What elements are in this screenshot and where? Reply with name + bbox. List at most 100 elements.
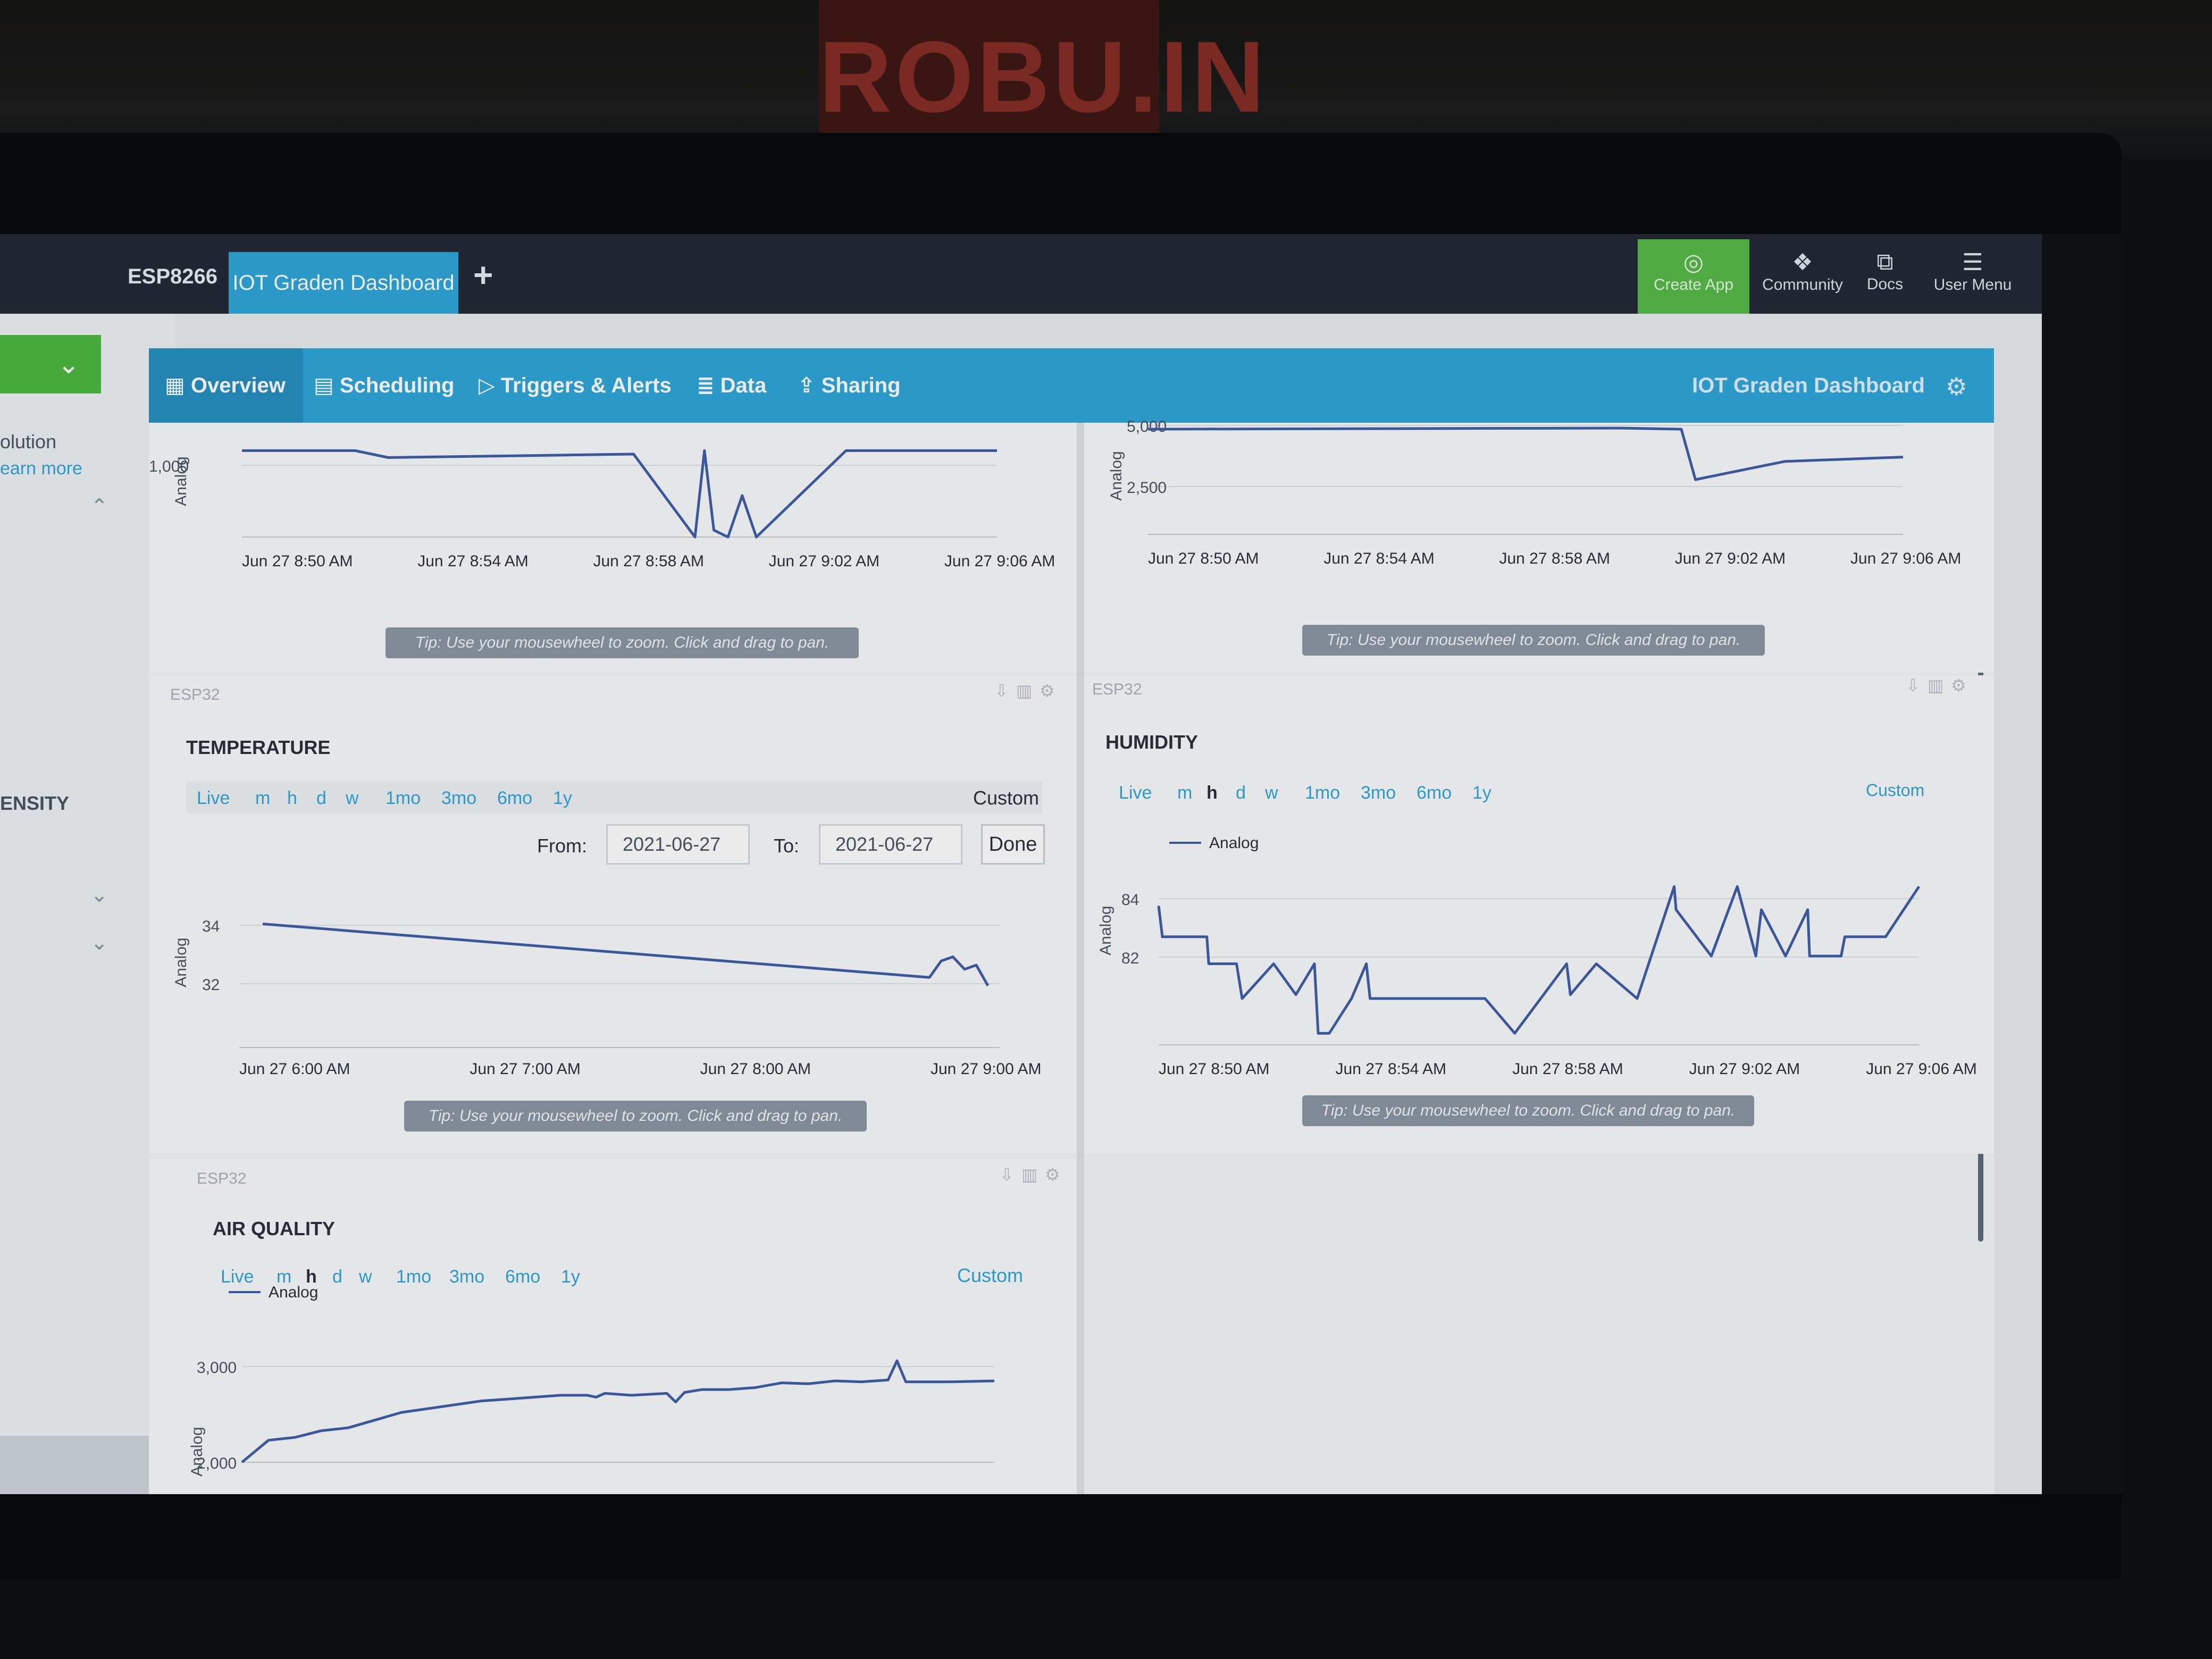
range-3mo[interactable]: 3mo bbox=[1361, 783, 1396, 803]
device-tab[interactable]: ESP8266 bbox=[128, 265, 217, 289]
tab-scheduling[interactable]: ▤ Scheduling bbox=[314, 348, 468, 423]
gear-icon[interactable]: ⚙ bbox=[1045, 1165, 1068, 1184]
range-1mo[interactable]: 1mo bbox=[1305, 783, 1340, 803]
download-icon[interactable]: ⇩ bbox=[994, 681, 1016, 700]
range-w[interactable]: w bbox=[346, 788, 359, 809]
range-1y[interactable]: 1y bbox=[561, 1267, 580, 1287]
range-6mo[interactable]: 6mo bbox=[505, 1267, 540, 1287]
chart-temperature[interactable]: 34 32 Analog Jun 27 6:00 AM Jun 27 7:00 AM Ju… bbox=[149, 883, 1077, 1078]
chat-bubbles-icon: ❖ bbox=[1792, 249, 1813, 275]
tab-sharing-label: Sharing bbox=[821, 374, 901, 397]
chevron-up-icon[interactable]: ⌃ bbox=[90, 495, 108, 519]
range-d[interactable]: d bbox=[1236, 783, 1246, 803]
range-m[interactable]: m bbox=[1177, 783, 1192, 803]
custom-range-button[interactable]: Custom bbox=[1866, 781, 1924, 800]
custom-range-button[interactable]: Custom bbox=[973, 787, 1039, 809]
to-date-input[interactable]: 2021-06-27 bbox=[819, 824, 962, 865]
range-d[interactable]: d bbox=[332, 1267, 342, 1287]
range-1y[interactable]: 1y bbox=[553, 788, 572, 809]
y-axis-label: Analog bbox=[172, 456, 190, 506]
range-selector: Live m h d w 1mo 3mo 6mo 1y Custom bbox=[1105, 776, 1962, 808]
range-selector: Live m h d w 1mo 3mo 6mo 1y Custom bbox=[186, 782, 1042, 814]
chevron-down-icon[interactable]: ⌄ bbox=[90, 883, 108, 907]
chevron-down-icon: ⌄ bbox=[57, 349, 80, 379]
add-tab-button[interactable]: + bbox=[473, 255, 493, 295]
download-icon[interactable]: ⇩ bbox=[1906, 676, 1928, 695]
tip-temperature: Tip: Use your mousewheel to zoom. Click … bbox=[404, 1101, 867, 1132]
tab-sharing[interactable]: ⇪ Sharing bbox=[798, 348, 920, 423]
dashboard-tab[interactable]: IOT Graden Dashboard bbox=[229, 252, 458, 314]
range-live[interactable]: Live bbox=[1119, 783, 1152, 803]
range-1y[interactable]: 1y bbox=[1472, 783, 1492, 803]
done-button[interactable]: Done bbox=[981, 824, 1045, 865]
docs-button[interactable]: ⧉ Docs bbox=[1850, 239, 1920, 314]
widget-title: AIR QUALITY bbox=[213, 1218, 335, 1239]
y-tick-label: 5,000 bbox=[1127, 418, 1167, 435]
database-icon: ≣ bbox=[697, 374, 715, 397]
range-6mo[interactable]: 6mo bbox=[497, 788, 532, 809]
learn-more-link[interactable]: earn more bbox=[0, 458, 82, 479]
chart-humidity[interactable]: 84 82 Analog Jun 27 8:50 AM Jun 27 8:54 AM Ju… bbox=[1084, 824, 1994, 1078]
dashboard-subnav: ▦ Overview ▤ Scheduling ▷ Triggers & Ale… bbox=[149, 348, 1994, 423]
range-h[interactable]: h bbox=[1206, 783, 1218, 803]
y-tick-label: 32 bbox=[202, 976, 220, 994]
to-label: To: bbox=[774, 835, 800, 857]
range-h[interactable]: h bbox=[287, 788, 297, 809]
range-live[interactable]: Live bbox=[221, 1267, 254, 1287]
chart-type-icon[interactable]: ▥ bbox=[1928, 676, 1951, 695]
range-d[interactable]: d bbox=[316, 788, 326, 809]
range-1mo[interactable]: 1mo bbox=[386, 788, 421, 809]
top-bar: ESP8266 IOT Graden Dashboard + ◎ Create … bbox=[0, 234, 2042, 314]
from-label: From: bbox=[537, 835, 587, 857]
play-circle-icon: ▷ bbox=[479, 374, 495, 397]
range-1mo[interactable]: 1mo bbox=[396, 1267, 431, 1287]
docs-label: Docs bbox=[1866, 275, 1904, 293]
x-tick-label: Jun 27 7:00 AM bbox=[470, 1060, 580, 1078]
device-select[interactable]: ⌄ bbox=[0, 335, 101, 393]
widget-tools[interactable]: ⇩▥⚙ bbox=[994, 681, 1062, 701]
device-label: ESP32 bbox=[197, 1170, 247, 1187]
range-m[interactable]: m bbox=[255, 788, 270, 809]
widget-top-right: 5,000 2,500 Analog Jun 27 8:50 AM Jun 27 8:5… bbox=[1084, 418, 1994, 673]
chart-type-icon[interactable]: ▥ bbox=[1021, 1165, 1045, 1184]
chart-top-right[interactable]: 5,000 2,500Analog Jun 27 8:50 AM Jun 27 8:5… bbox=[1084, 418, 1994, 604]
range-live[interactable]: Live bbox=[197, 788, 230, 809]
tab-data[interactable]: ≣ Data bbox=[697, 348, 782, 423]
range-6mo[interactable]: 6mo bbox=[1417, 783, 1452, 803]
user-menu-label: User Menu bbox=[1933, 276, 2012, 294]
x-tick-label: Jun 27 8:50 AM bbox=[242, 552, 353, 570]
from-date-input[interactable]: 2021-06-27 bbox=[606, 824, 750, 865]
tab-triggers-alerts[interactable]: ▷ Triggers & Alerts bbox=[479, 348, 702, 423]
x-tick-label: Jun 27 8:50 AM bbox=[1159, 1060, 1269, 1078]
widget-tools[interactable]: ⇩▥⚙ bbox=[1906, 675, 1974, 696]
tab-overview[interactable]: ▦ Overview bbox=[149, 348, 303, 423]
x-tick-label: Jun 27 9:02 AM bbox=[1689, 1060, 1800, 1078]
x-tick-label: Jun 27 6:00 AM bbox=[239, 1060, 350, 1078]
range-w[interactable]: w bbox=[359, 1267, 372, 1287]
widget-top-left: 1,000 Analog Jun 27 8:50 AM Jun 27 8:54 AM J… bbox=[149, 423, 1077, 673]
x-tick-label: Jun 27 8:00 AM bbox=[700, 1060, 811, 1078]
create-app-button[interactable]: ◎ Create App bbox=[1638, 239, 1749, 314]
custom-range-button[interactable]: Custom bbox=[957, 1264, 1023, 1287]
widget-tools[interactable]: ⇩▥⚙ bbox=[1000, 1164, 1068, 1185]
x-tick-label: Jun 27 9:02 AM bbox=[1675, 550, 1786, 567]
series-line bbox=[241, 1359, 995, 1463]
gear-icon[interactable]: ⚙ bbox=[1951, 676, 1974, 695]
grid-icon: ▦ bbox=[165, 374, 185, 397]
range-3mo[interactable]: 3mo bbox=[449, 1267, 484, 1287]
gear-icon[interactable]: ⚙ bbox=[1946, 372, 1967, 401]
user-menu-button[interactable]: ☰ User Menu bbox=[1925, 239, 2021, 314]
download-icon[interactable]: ⇩ bbox=[1000, 1165, 1021, 1184]
x-tick-label: Jun 27 9:06 AM bbox=[1866, 1060, 1976, 1078]
chevron-down-icon[interactable]: ⌄ bbox=[90, 931, 108, 955]
range-3mo[interactable]: 3mo bbox=[441, 788, 476, 809]
chart-top-left[interactable]: 1,000AnalogJun 27 8:50 AM Jun 27 8:54 AM J… bbox=[149, 423, 1077, 604]
y-axis-label: Analog bbox=[188, 1427, 206, 1476]
device-label: ESP32 bbox=[170, 686, 220, 703]
gear-icon[interactable]: ⚙ bbox=[1040, 681, 1062, 700]
chart-air-quality[interactable]: 3,0002,000AnalogAnalog bbox=[149, 1284, 1077, 1494]
chart-type-icon[interactable]: ▥ bbox=[1016, 681, 1040, 700]
background-right bbox=[2042, 234, 2122, 1494]
range-w[interactable]: w bbox=[1265, 783, 1278, 803]
community-button[interactable]: ❖ Community bbox=[1755, 239, 1850, 314]
